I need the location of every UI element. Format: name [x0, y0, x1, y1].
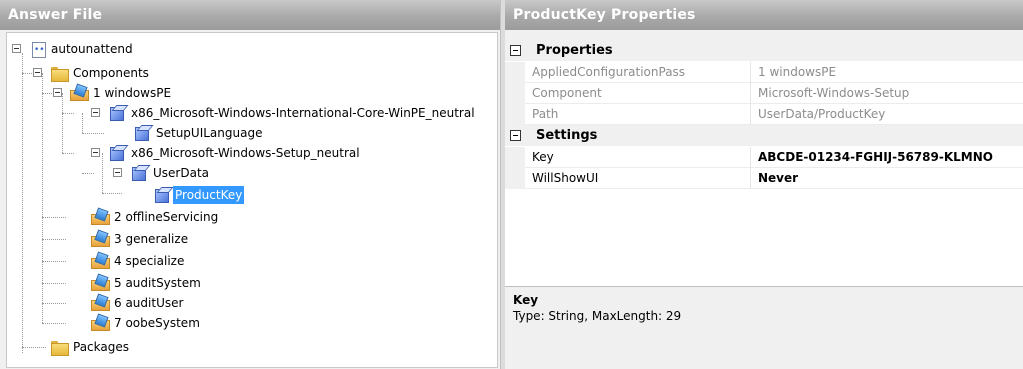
- config-pass-icon: [91, 315, 110, 331]
- property-value[interactable]: Never: [758, 168, 1023, 189]
- property-value: 1 windowsPE: [758, 65, 837, 79]
- category-label: Settings: [536, 128, 598, 143]
- tree-node-label: 3 generalize: [114, 232, 189, 246]
- tree-node-auditsystem[interactable]: 5 auditSystem: [7, 273, 307, 293]
- description-title: Key: [513, 293, 539, 307]
- tree-node-international-core[interactable]: x86_Microsoft-Windows-International-Core…: [7, 103, 497, 123]
- config-pass-icon: [91, 253, 110, 269]
- column-divider: [750, 83, 751, 104]
- property-value: UserData/ProductKey: [758, 107, 886, 121]
- property-name: WillShowUI: [532, 171, 599, 185]
- tree-node-label: ProductKey: [173, 186, 245, 204]
- collapse-category-icon[interactable]: [510, 130, 521, 141]
- property-name: Path: [532, 107, 559, 121]
- row-gutter: [505, 168, 525, 189]
- category-label: Properties: [536, 43, 613, 58]
- tree-node-packages[interactable]: Packages: [7, 337, 307, 357]
- config-pass-icon: [91, 275, 110, 291]
- tree-node-label: Components: [73, 66, 149, 80]
- properties-pane-title: ProductKey Properties: [505, 0, 1023, 30]
- tree-node-productkey[interactable]: ProductKey: [7, 185, 307, 205]
- tree-node-autounattend[interactable]: autounattend: [7, 39, 307, 60]
- collapse-toggle[interactable]: [91, 108, 100, 117]
- column-divider: [750, 104, 751, 125]
- component-icon: [130, 165, 148, 181]
- property-row-appliedconfigurationpass[interactable]: AppliedConfigurationPass 1 windowsPE: [505, 62, 1023, 83]
- collapse-toggle[interactable]: [33, 68, 42, 77]
- tree-node-label: UserData: [153, 166, 210, 180]
- answer-file-pane-title: Answer File: [0, 0, 500, 30]
- tree-node-windows-setup[interactable]: x86_Microsoft-Windows-Setup_neutral: [7, 143, 407, 163]
- tree-node-setupuilanguage[interactable]: SetupUILanguage: [7, 123, 307, 143]
- tree-node-label: 7 oobeSystem: [114, 316, 200, 330]
- property-name: Component: [532, 86, 602, 100]
- tree-node-label: 5 auditSystem: [114, 276, 201, 290]
- property-value[interactable]: ABCDE-01234-FGHIJ-56789-KLMNO: [758, 147, 1023, 168]
- component-icon: [153, 187, 171, 203]
- row-gutter: [505, 104, 525, 125]
- tree-node-components[interactable]: Components: [7, 63, 307, 83]
- config-pass-icon: [91, 231, 110, 247]
- answer-file-icon: [29, 40, 47, 60]
- property-row-component[interactable]: Component Microsoft-Windows-Setup: [505, 83, 1023, 104]
- collapse-toggle[interactable]: [91, 148, 100, 157]
- tree-node-label: 1 windowsPE: [93, 86, 172, 100]
- collapse-category-icon[interactable]: [510, 45, 521, 56]
- column-divider: [750, 168, 751, 189]
- property-row-path[interactable]: Path UserData/ProductKey: [505, 104, 1023, 125]
- tree-node-oobesystem[interactable]: 7 oobeSystem: [7, 313, 307, 333]
- tree-node-userdata[interactable]: UserData: [7, 163, 307, 183]
- description-text: Type: String, MaxLength: 29: [513, 309, 682, 323]
- property-grid[interactable]: Properties AppliedConfigurationPass 1 wi…: [505, 40, 1023, 286]
- tree-node-label: Packages: [73, 340, 129, 354]
- row-gutter: [505, 147, 525, 168]
- component-icon: [108, 145, 126, 161]
- collapse-toggle[interactable]: [12, 44, 21, 53]
- row-gutter: [505, 62, 525, 83]
- component-icon: [108, 105, 126, 121]
- tree-node-label: 6 auditUser: [114, 296, 184, 310]
- category-settings[interactable]: Settings: [505, 125, 1023, 146]
- tree-node-label: 2 offlineServicing: [114, 210, 219, 224]
- property-name: Key: [532, 150, 554, 164]
- folder-icon: [50, 339, 69, 356]
- collapse-toggle[interactable]: [113, 168, 122, 177]
- config-pass-icon: [70, 85, 89, 101]
- component-icon: [133, 125, 151, 141]
- config-pass-icon: [91, 295, 110, 311]
- answer-file-tree[interactable]: autounattend Components 1 windowsPE x86_…: [6, 32, 498, 368]
- tree-node-label: SetupUILanguage: [156, 126, 263, 140]
- tree-node-label: autounattend: [51, 42, 133, 56]
- tree-node-label: 4 specialize: [114, 254, 185, 268]
- tree-node-offlineservicing[interactable]: 2 offlineServicing: [7, 207, 307, 227]
- property-value: Microsoft-Windows-Setup: [758, 86, 910, 100]
- column-divider: [750, 147, 751, 168]
- property-description-panel: Key Type: String, MaxLength: 29: [505, 286, 1023, 369]
- config-pass-icon: [91, 209, 110, 225]
- folder-icon: [50, 65, 69, 82]
- tree-node-label: x86_Microsoft-Windows-Setup_neutral: [131, 146, 360, 160]
- property-row-willshowui[interactable]: WillShowUI Never: [505, 168, 1023, 189]
- tree-node-label: x86_Microsoft-Windows-International-Core…: [131, 106, 475, 120]
- tree-node-generalize[interactable]: 3 generalize: [7, 229, 307, 249]
- column-divider: [750, 62, 751, 83]
- tree-node-specialize[interactable]: 4 specialize: [7, 251, 307, 271]
- row-gutter: [505, 83, 525, 104]
- property-name: AppliedConfigurationPass: [532, 65, 686, 79]
- tree-node-audituser[interactable]: 6 auditUser: [7, 293, 307, 313]
- property-row-key[interactable]: Key ABCDE-01234-FGHIJ-56789-KLMNO: [505, 147, 1023, 168]
- collapse-toggle[interactable]: [53, 88, 62, 97]
- category-properties[interactable]: Properties: [505, 40, 1023, 61]
- tree-node-windowspe[interactable]: 1 windowsPE: [7, 83, 307, 103]
